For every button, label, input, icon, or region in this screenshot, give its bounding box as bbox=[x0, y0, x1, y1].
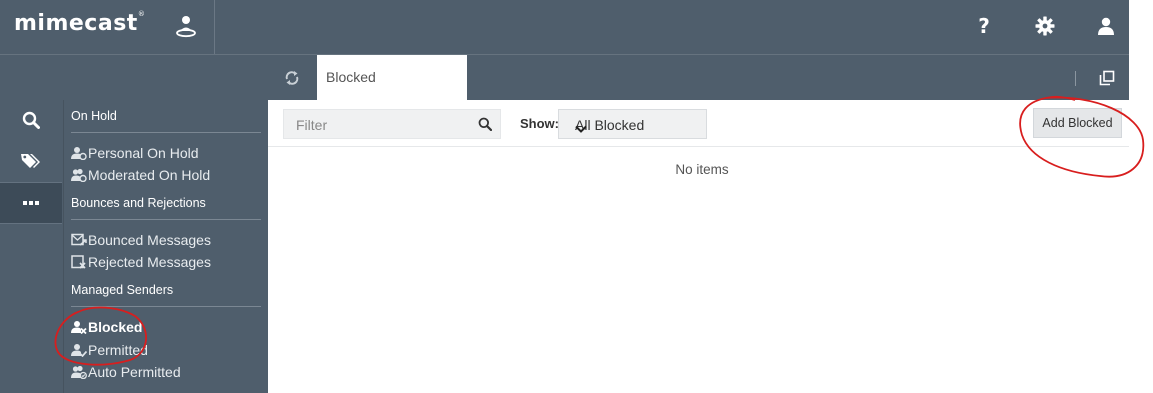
filter-field[interactable] bbox=[283, 109, 501, 139]
more-icon[interactable] bbox=[0, 182, 62, 224]
tab-label: Blocked bbox=[326, 69, 376, 85]
gear-icon[interactable] bbox=[1033, 14, 1057, 38]
sidebar-item-label: Permitted bbox=[88, 342, 148, 358]
users-permitted-icon bbox=[71, 365, 87, 379]
search-icon[interactable] bbox=[478, 117, 493, 136]
sidebar-item-label: Bounced Messages bbox=[88, 232, 211, 248]
tab-bar: Blocked bbox=[0, 54, 1129, 101]
show-label: Show: bbox=[520, 116, 559, 131]
show-select[interactable]: All Blocked bbox=[558, 109, 707, 139]
section-title: On Hold bbox=[71, 109, 117, 123]
user-hold-icon bbox=[71, 146, 87, 160]
user-blocked-icon bbox=[71, 320, 87, 334]
tab-blocked[interactable]: Blocked bbox=[317, 55, 467, 101]
toolbar-divider bbox=[268, 146, 1129, 147]
user-icon[interactable] bbox=[1094, 14, 1118, 38]
chevron-down-icon bbox=[575, 120, 697, 136]
section-title: Managed Senders bbox=[71, 283, 174, 297]
header-divider bbox=[214, 0, 215, 54]
section-divider bbox=[71, 132, 261, 133]
left-icon-nav bbox=[0, 100, 63, 393]
empty-state-text: No items bbox=[675, 162, 729, 177]
section-divider bbox=[71, 306, 261, 307]
search-icon[interactable] bbox=[0, 100, 62, 140]
tags-icon[interactable] bbox=[0, 141, 62, 181]
user-pin-icon[interactable] bbox=[175, 14, 197, 38]
add-blocked-button[interactable]: Add Blocked bbox=[1033, 108, 1122, 138]
sidebar-item-bounced-messages[interactable]: Bounced Messages bbox=[71, 230, 211, 250]
sidebar-item-label: Moderated On Hold bbox=[88, 167, 211, 183]
section-divider bbox=[71, 219, 261, 220]
refresh-icon[interactable] bbox=[280, 67, 304, 89]
sidebar-item-label: Personal On Hold bbox=[88, 145, 199, 161]
sidebar-item-permitted[interactable]: Permitted bbox=[71, 340, 148, 360]
sidebar-item-label: Blocked bbox=[88, 319, 143, 335]
users-hold-icon bbox=[71, 168, 87, 182]
right-margin bbox=[1129, 0, 1153, 393]
help-button[interactable]: ? bbox=[972, 14, 996, 38]
sidebar-item-label: Auto Permitted bbox=[88, 364, 181, 380]
sidebar-item-moderated-on-hold[interactable]: Moderated On Hold bbox=[71, 165, 210, 185]
sidebar-item-blocked[interactable]: Blocked bbox=[71, 317, 142, 337]
tab-bar-divider bbox=[1075, 71, 1076, 86]
filter-input[interactable] bbox=[294, 116, 468, 134]
main-content: Show: All Blocked Add Blocked No items bbox=[268, 100, 1129, 393]
rejected-icon bbox=[71, 255, 87, 269]
side-panel: On Hold Personal On Hold Moderated On Ho… bbox=[63, 100, 269, 393]
user-permitted-icon bbox=[71, 343, 87, 357]
top-bar: mimecast® ? bbox=[0, 0, 1129, 54]
sidebar-item-rejected-messages[interactable]: Rejected Messages bbox=[71, 252, 211, 272]
sidebar-item-personal-on-hold[interactable]: Personal On Hold bbox=[71, 143, 199, 163]
mimecast-logo[interactable]: mimecast® bbox=[14, 10, 145, 36]
bounced-icon bbox=[71, 233, 87, 247]
popout-icon[interactable] bbox=[1099, 70, 1115, 86]
section-title: Bounces and Rejections bbox=[71, 196, 206, 210]
sidebar-item-label: Rejected Messages bbox=[88, 254, 211, 270]
sidebar-item-auto-permitted[interactable]: Auto Permitted bbox=[71, 362, 181, 382]
